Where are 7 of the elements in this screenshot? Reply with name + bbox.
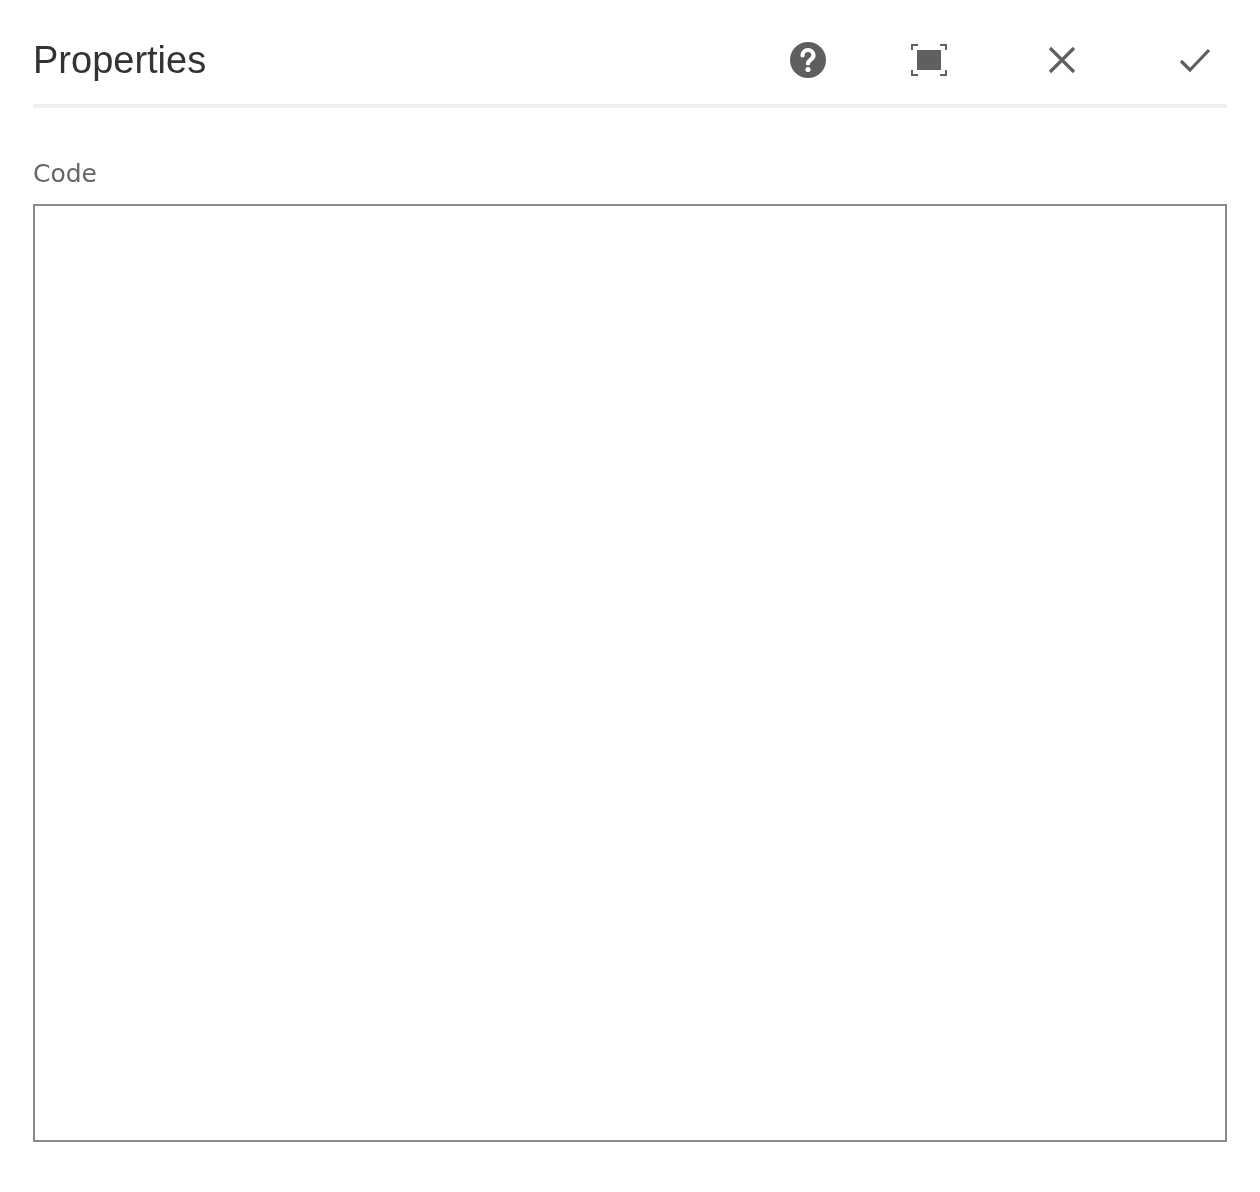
field-label: Code (33, 158, 98, 190)
dialog-title: Properties (33, 38, 207, 83)
code-field[interactable] (33, 204, 1227, 1142)
help-icon (789, 41, 827, 79)
fullscreen-icon (910, 43, 948, 77)
close-icon (1047, 45, 1077, 75)
checkmark-icon (1179, 47, 1211, 73)
